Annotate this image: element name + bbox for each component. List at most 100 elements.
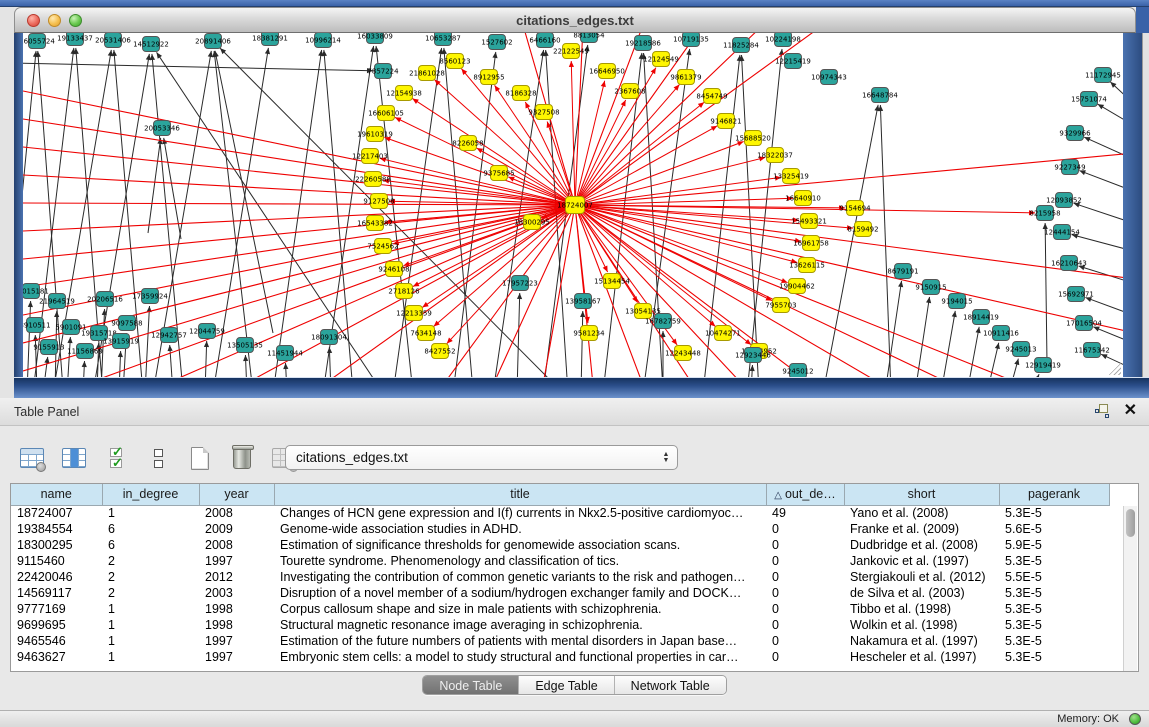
graph-node[interactable]: 20531406 [95,33,131,48]
graph-node[interactable]: 8679191 [887,264,918,279]
table-row[interactable]: 911546021997Tourette syndrome. Phenomeno… [11,553,1109,569]
graph-node[interactable]: 12044759 [189,324,225,339]
graph-node[interactable]: 12942757 [151,328,187,343]
table-row[interactable]: 946554611997Estimation of the future num… [11,633,1109,649]
graph-node[interactable]: 20891406 [195,34,231,49]
graph-node[interactable]: 8910511 [23,318,51,333]
table-row[interactable]: 1872400712008Changes of HCN gene express… [11,505,1109,521]
graph-node[interactable]: 11451944 [267,346,303,361]
column-header-title[interactable]: title [274,484,766,505]
column-header-pagerank[interactable]: pagerank [999,484,1109,505]
graph-node[interactable]: 10653287 [425,33,461,46]
graph-node[interactable]: 9227349 [1054,160,1085,175]
graph-node[interactable]: 22260588 [355,172,391,187]
graph-node[interactable]: 8159492 [847,222,878,237]
graph-node[interactable]: 7857224 [367,64,399,79]
graph-node[interactable]: 15493321 [791,214,827,229]
graph-node[interactable]: 19218586 [625,36,661,51]
graph-node[interactable]: 18322037 [757,148,793,163]
graph-node[interactable]: 13626115 [789,258,825,273]
graph-node[interactable]: 7634148 [410,326,441,341]
graph-node[interactable]: 18914419 [963,310,999,325]
table-row[interactable]: 1830029562008Estimation of significance … [11,537,1109,553]
graph-node[interactable]: 19133437 [57,33,93,46]
table-selector-dropdown[interactable]: citations_edges.txt ▲▼ [285,445,678,470]
graph-node[interactable]: 8912955 [473,70,504,85]
graph-node[interactable]: 16646950 [589,64,625,79]
table-scrollbar[interactable] [1123,506,1137,672]
graph-node[interactable]: 9861379 [670,70,701,85]
column-header-indegree[interactable]: in_degree [102,484,199,505]
table-row[interactable]: 946362711997Embryonic stem cells: a mode… [11,649,1109,665]
graph-node[interactable]: 9245013 [1005,342,1036,357]
graph-node[interactable]: 16543382 [357,216,393,231]
graph-node[interactable]: 15751074 [1071,92,1107,107]
graph-node[interactable]: 6466160 [529,33,560,48]
graph-node[interactable]: 16033809 [357,33,393,44]
graph-node[interactable]: 17359924 [132,289,168,304]
graph-node[interactable]: 20206516 [87,292,123,307]
graph-node[interactable]: 8813054 [573,33,605,43]
table-mode-button[interactable] [18,444,46,472]
graph-node[interactable]: 9127508 [363,194,394,209]
graph-node[interactable]: 9150915 [915,280,946,295]
close-panel-icon[interactable]: ✕ [1124,404,1137,418]
table-row[interactable]: 1456911722003Disruption of a novel membe… [11,585,1109,601]
graph-node[interactable]: 12919419 [1025,358,1061,373]
graph-node[interactable]: 13325419 [773,169,809,184]
graph-node[interactable]: 8186328 [505,86,536,101]
graph-node[interactable]: 10974343 [811,70,847,85]
graph-node[interactable]: 16640910 [785,191,821,206]
delete-columns-button[interactable] [228,444,256,472]
graph-node[interactable]: 9581234 [573,326,605,341]
graph-node[interactable]: 16055724 [23,34,55,49]
graph-node[interactable]: 11825284 [723,38,759,53]
graph-node[interactable]: 12124549 [643,52,679,67]
graph-node[interactable]: 12217403 [352,149,388,164]
graph-node[interactable]: 10996214 [305,33,341,48]
table-row[interactable]: 2242004622012Investigating the contribut… [11,569,1109,585]
graph-node[interactable]: 8226058 [452,136,483,151]
graph-node[interactable]: 13958167 [565,294,601,309]
row-height-button[interactable] [144,444,172,472]
graph-node[interactable]: 22122549 [553,44,589,59]
graph-node[interactable]: 13505135 [227,338,263,353]
graph-node[interactable]: 12243448 [665,346,701,361]
table-row[interactable]: 969969511998Structural magnetic resonanc… [11,617,1109,633]
graph-node[interactable]: 21861028 [409,66,445,81]
graph-node[interactable]: 8215958 [1029,206,1060,221]
column-header-year[interactable]: year [199,484,274,505]
graph-node[interactable]: 11172945 [1085,68,1121,83]
graph-node[interactable]: 16648784 [862,88,898,103]
graph-node[interactable]: 8454749 [696,89,727,104]
tab-node-table[interactable]: Node Table [423,676,519,695]
memory-status-indicator[interactable] [1129,713,1141,725]
table-row[interactable]: 1938455462009Genome-wide association stu… [11,521,1109,537]
graph-node[interactable]: 15134454 [594,274,630,289]
graph-node[interactable]: 10911416 [983,326,1019,341]
graph-node[interactable]: 12213359 [396,306,432,321]
column-header-name[interactable]: name [11,484,102,505]
graph-node[interactable]: 10719135 [673,33,709,47]
create-column-button[interactable] [186,444,214,472]
graph-node[interactable]: 2367608 [614,84,645,99]
tab-edge-table[interactable]: Edge Table [519,676,614,695]
graph-node[interactable]: 1527602 [481,35,512,50]
graph-node[interactable]: 9194015 [941,294,972,309]
graph-node[interactable]: 12154938 [386,86,422,101]
table-row[interactable]: 977716911998Corpus callosum shape and si… [11,601,1109,617]
show-columns-button[interactable] [60,444,88,472]
graph-node[interactable]: 8427552 [424,344,455,359]
graph-node[interactable]: 9154694 [839,201,871,216]
select-all-button[interactable] [102,444,130,472]
network-window-titlebar[interactable]: citations_edges.txt [14,7,1136,33]
scrollbar-thumb[interactable] [1126,509,1135,537]
graph-node[interactable]: 9246108 [378,262,409,277]
graph-node[interactable]: 18381291 [252,33,288,46]
tab-network-table[interactable]: Network Table [615,676,726,695]
column-header-short[interactable]: short [844,484,999,505]
canvas-resize-grip[interactable] [1109,363,1121,375]
float-panel-icon[interactable] [1095,404,1110,418]
graph-node[interactable]: 12444154 [1044,225,1080,240]
graph-node[interactable]: 14512922 [133,37,169,52]
